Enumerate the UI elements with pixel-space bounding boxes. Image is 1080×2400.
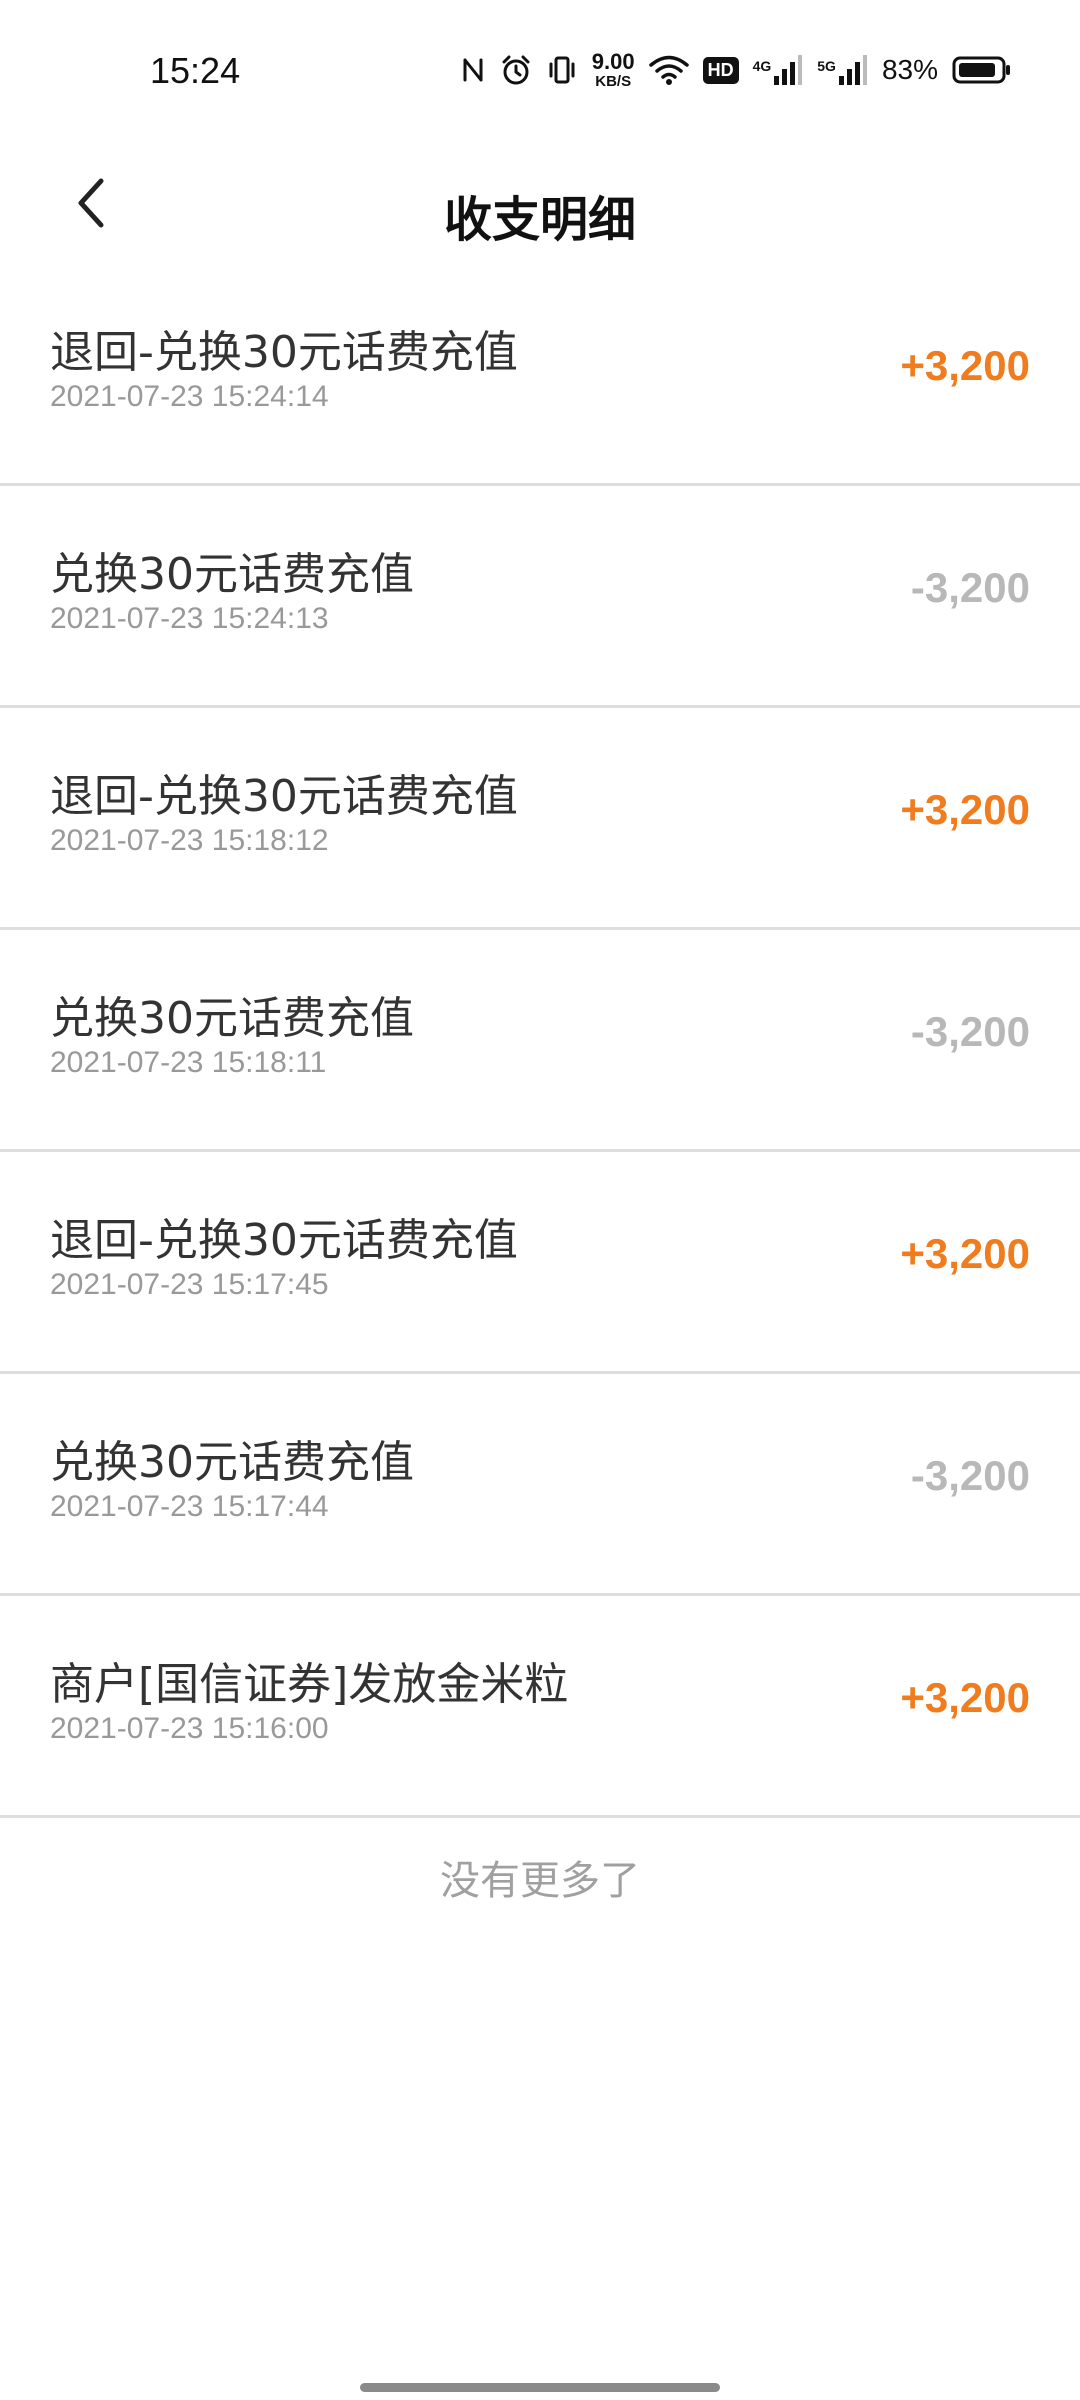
transaction-amount: -3,200 [910,1008,1030,1055]
transaction-time: 2021-07-23 15:18:11 [50,1046,327,1079]
list-item[interactable]: 退回-兑换30元话费充值 2021-07-23 15:24:14 +3,200 [0,264,1080,486]
list-item[interactable]: 兑换30元话费充值 2021-07-23 15:17:44 -3,200 [0,1374,1080,1596]
transaction-amount: +3,200 [900,1674,1030,1721]
hd-badge: HD [702,56,739,84]
status-time: 15:24 [150,50,241,91]
transaction-title: 兑换30元话费充值 [50,549,414,600]
net-speed: 9.00 KB/S [591,49,635,90]
battery-icon [952,55,1012,85]
transaction-list: 退回-兑换30元话费充值 2021-07-23 15:24:14 +3,200 … [0,264,1080,1818]
transaction-title: 退回-兑换30元话费充值 [50,1215,518,1266]
transaction-amount: +3,200 [900,342,1030,389]
transaction-title: 退回-兑换30元话费充值 [50,327,518,378]
sim2-network-label: 5G [817,58,836,74]
wifi-icon [648,54,689,86]
list-item[interactable]: 退回-兑换30元话费充值 2021-07-23 15:17:45 +3,200 [0,1152,1080,1374]
net-speed-unit: KB/S [595,73,632,90]
list-item[interactable]: 退回-兑换30元话费充值 2021-07-23 15:18:12 +3,200 [0,708,1080,930]
battery-percent: 83% [881,54,938,85]
transaction-time: 2021-07-23 15:16:00 [50,1712,329,1745]
transaction-time: 2021-07-23 15:24:14 [50,380,329,413]
net-speed-value: 9.00 [591,49,635,74]
transaction-time: 2021-07-23 15:17:45 [50,1268,329,1301]
page-title: 收支明细 [443,192,636,248]
transaction-amount: -3,200 [910,564,1030,611]
home-indicator[interactable] [360,2383,720,2392]
vibrate-icon [546,54,578,86]
transaction-amount: +3,200 [900,1230,1030,1277]
list-item[interactable]: 兑换30元话费充值 2021-07-23 15:18:11 -3,200 [0,930,1080,1152]
alarm-icon [500,54,532,86]
signal-icon: 4G [753,54,804,86]
transaction-amount: +3,200 [900,786,1030,833]
transaction-time: 2021-07-23 15:24:13 [50,602,329,635]
transaction-time: 2021-07-23 15:18:12 [50,824,329,857]
transaction-amount: -3,200 [910,1452,1030,1499]
transaction-title: 退回-兑换30元话费充值 [50,771,518,822]
sim1-network-label: 4G [752,58,772,74]
transaction-title: 商户[国信证券]发放金米粒 [50,1659,569,1710]
transaction-time: 2021-07-23 15:17:44 [50,1490,329,1523]
transaction-title: 兑换30元话费充值 [50,993,414,1044]
end-of-list-note: 没有更多了 [440,1858,640,1904]
transaction-title: 兑换30元话费充值 [50,1437,414,1488]
signal-icon-sim2: 5G [817,54,868,86]
status-bar: 15:24 9.00 KB/S HD 4G 5G 83% [0,0,1080,140]
nfc-icon [460,55,486,85]
list-item[interactable]: 兑换30元话费充值 2021-07-23 15:24:13 -3,200 [0,486,1080,708]
list-item[interactable]: 商户[国信证券]发放金米粒 2021-07-23 15:16:00 +3,200 [0,1596,1080,1818]
status-icons: 9.00 KB/S HD 4G 5G 83% [460,46,1012,94]
header: 收支明细 [0,140,1080,270]
